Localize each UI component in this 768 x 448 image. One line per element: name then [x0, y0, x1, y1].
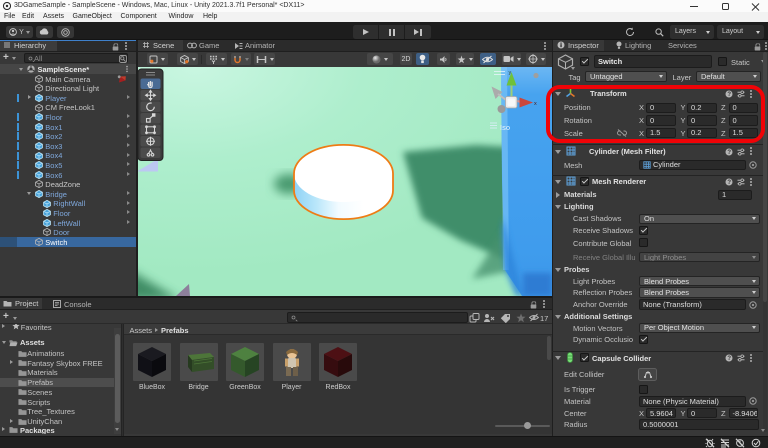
svg-text:Iso: Iso [500, 123, 510, 132]
svg-text:x: x [534, 101, 537, 107]
